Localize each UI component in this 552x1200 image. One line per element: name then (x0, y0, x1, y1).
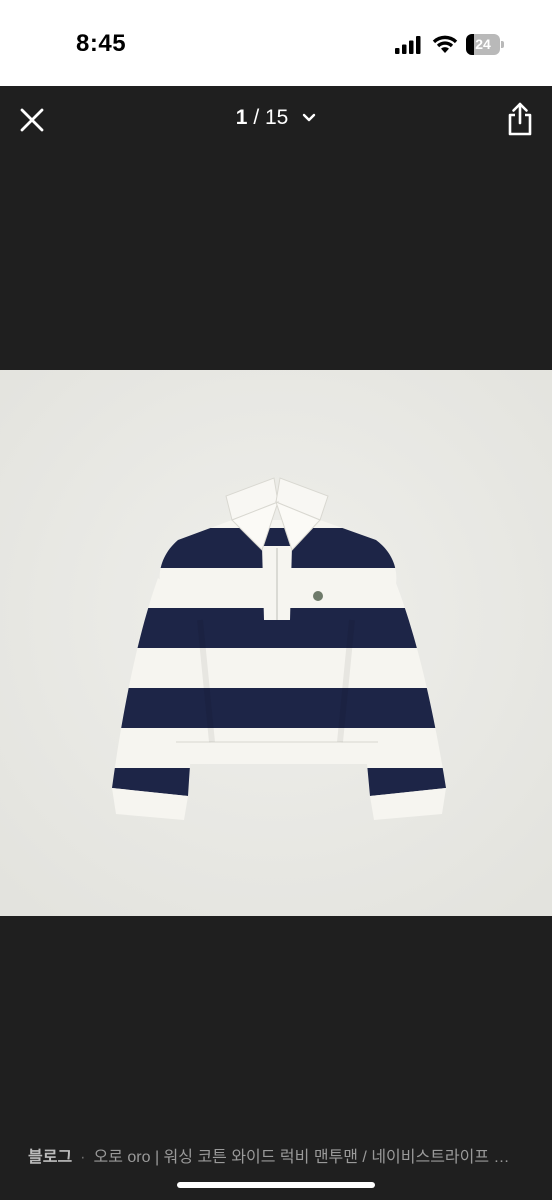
battery-level: 24 (475, 36, 491, 52)
counter-separator: / (253, 106, 260, 129)
home-indicator[interactable] (177, 1182, 375, 1188)
caption-source: 블로그 (28, 1149, 73, 1166)
product-photo[interactable] (0, 370, 552, 916)
wifi-icon (432, 35, 458, 53)
chevron-down-icon (303, 114, 316, 122)
status-time: 8:45 (76, 30, 127, 57)
striped-rugby-sweatshirt-image (0, 370, 552, 916)
battery-icon: 24 (466, 34, 504, 55)
current-image-index: 1 (235, 106, 248, 129)
caption-title: 오로 oro | 워싱 코튼 와이드 럭비 맨투맨 / 네이비스트라이프 … (93, 1149, 510, 1166)
total-image-count: 15 (265, 106, 289, 129)
image-counter[interactable]: 1 / 15 (0, 106, 552, 130)
cellular-signal-icon (395, 36, 421, 54)
caption-separator-dot: · (80, 1149, 86, 1166)
share-icon[interactable] (504, 100, 536, 138)
image-caption[interactable]: 블로그 · 오로 oro | 워싱 코튼 와이드 럭비 맨투맨 / 네이비스트라이프… (28, 1143, 528, 1167)
status-bar: 8:45 24 (0, 0, 552, 86)
image-viewer-header: 1 / 15 (0, 86, 552, 156)
